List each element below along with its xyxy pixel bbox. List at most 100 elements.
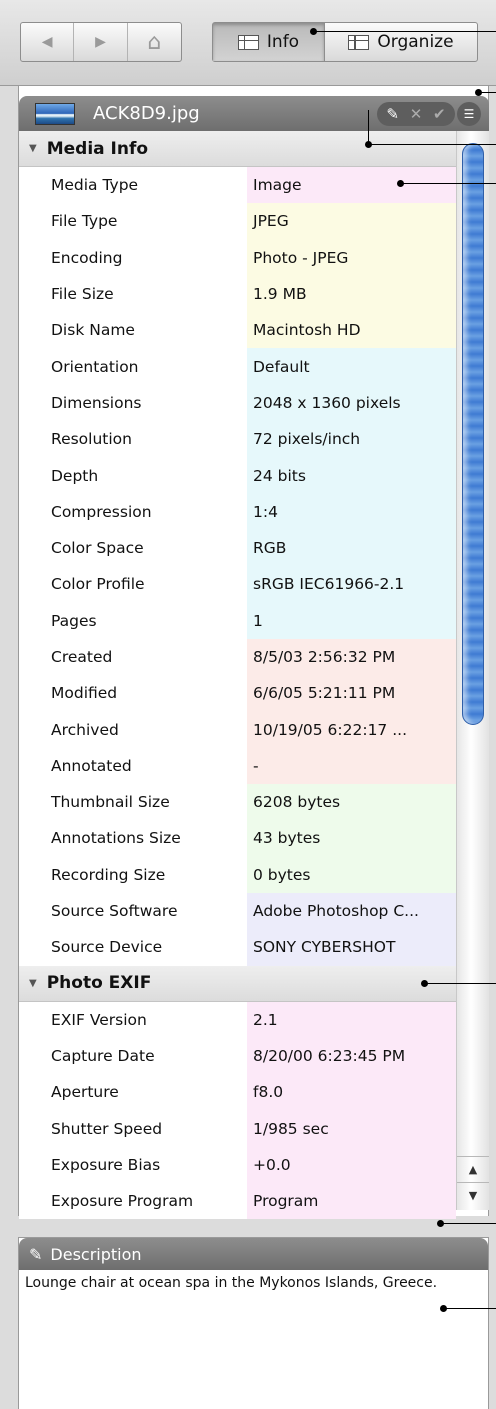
scroll-down-button[interactable]: ▼ <box>457 1182 489 1208</box>
row-value[interactable]: JPEG <box>247 203 456 240</box>
row-value[interactable]: Photo - JPEG <box>247 239 456 276</box>
up-arrow-icon: ▲ <box>468 1163 478 1176</box>
row-value[interactable]: SONY CYBERSHOT <box>247 929 456 966</box>
row-label: Pages <box>19 602 247 639</box>
row-value[interactable]: 6208 bytes <box>247 784 456 821</box>
description-text-area[interactable]: Lounge chair at ocean spa in the Mykonos… <box>19 1270 459 1296</box>
info-row: Annotations Size 43 bytes <box>19 820 456 857</box>
row-value[interactable]: Macintosh HD <box>247 312 456 349</box>
navigation-button-group: ◀ ▶ ⌂ <box>20 22 182 62</box>
info-row: Color Profile sRGB IEC61966-2.1 <box>19 566 456 603</box>
info-tab[interactable]: Info <box>213 23 325 61</box>
row-label: Thumbnail Size <box>19 784 247 821</box>
info-row: Source Device SONY CYBERSHOT <box>19 929 456 966</box>
home-button[interactable]: ⌂ <box>128 23 181 61</box>
file-name: ACK8D9.jpg <box>93 103 200 124</box>
row-label: Media Type <box>19 167 247 204</box>
row-label: Source Device <box>19 929 247 966</box>
row-value[interactable]: RGB <box>247 529 456 567</box>
info-row: Shutter Speed 1/985 sec <box>19 1110 456 1147</box>
row-value[interactable]: 8/20/00 6:23:45 PM <box>247 1037 456 1075</box>
row-value[interactable]: 0 bytes <box>247 856 456 893</box>
vertical-scrollbar[interactable]: ▲ ▼ <box>456 131 489 1210</box>
scroll-thumb[interactable] <box>462 143 484 725</box>
info-row: Orientation Default <box>19 348 456 385</box>
row-value[interactable]: 6/6/05 5:21:11 PM <box>247 675 456 712</box>
info-row: Thumbnail Size 6208 bytes <box>19 784 456 821</box>
info-rows: ▼ Media Info Media Type Image File Type JPEG E… <box>19 131 456 1220</box>
section-header[interactable]: ▼ Photo EXIF <box>19 965 456 1002</box>
row-value[interactable]: Adobe Photoshop C... <box>247 892 456 930</box>
info-tab-label: Info <box>266 32 300 52</box>
organize-tab[interactable]: Organize <box>325 23 477 61</box>
info-row: Color Space RGB <box>19 529 456 567</box>
panel-icon <box>348 34 370 50</box>
row-value[interactable]: 24 bits <box>247 457 456 494</box>
row-value[interactable]: f8.0 <box>247 1074 456 1111</box>
back-button[interactable]: ◀ <box>21 23 75 61</box>
row-value[interactable]: 1.9 MB <box>247 275 456 313</box>
row-label: Archived <box>19 711 247 748</box>
disclosure-triangle-icon[interactable]: ▼ <box>29 978 37 989</box>
edit-actions: ✎ ✕ ✔ <box>377 101 455 126</box>
row-value[interactable]: +0.0 <box>247 1146 456 1184</box>
row-value[interactable]: 2.1 <box>247 1001 456 1038</box>
info-row: Capture Date 8/20/00 6:23:45 PM <box>19 1037 456 1075</box>
row-value[interactable]: 8/5/03 2:56:32 PM <box>247 638 456 676</box>
info-row: Exposure Bias +0.0 <box>19 1146 456 1184</box>
description-title: Description <box>50 1244 142 1264</box>
row-label: Shutter Speed <box>19 1110 247 1147</box>
row-label: Orientation <box>19 348 247 385</box>
scroll-up-button[interactable]: ▲ <box>457 1156 489 1182</box>
file-header: ACK8D9.jpg ✎ ✕ ✔ ☰ <box>19 96 489 131</box>
row-value[interactable]: 1 <box>247 602 456 639</box>
row-value[interactable]: - <box>247 747 456 785</box>
row-label: Color Profile <box>19 566 247 603</box>
down-arrow-icon: ▼ <box>468 1189 478 1202</box>
organize-tab-label: Organize <box>377 32 454 52</box>
description-header[interactable]: ✎ Description <box>19 1238 488 1270</box>
row-value[interactable]: Image <box>247 167 456 204</box>
panel-icon <box>237 34 259 50</box>
row-label: Exposure Bias <box>19 1146 247 1184</box>
section-header[interactable]: ▼ Media Info <box>19 131 456 167</box>
row-label: Created <box>19 638 247 676</box>
row-value[interactable]: 43 bytes <box>247 820 456 857</box>
row-label: Color Space <box>19 529 247 567</box>
row-value[interactable]: Default <box>247 348 456 385</box>
row-value[interactable]: sRGB IEC61966-2.1 <box>247 566 456 603</box>
row-label: Recording Size <box>19 856 247 893</box>
toolbar: ◀ ▶ ⌂ Info Organize <box>0 0 496 86</box>
info-row: Resolution 72 pixels/inch <box>19 421 456 458</box>
forward-button[interactable]: ▶ <box>74 23 128 61</box>
cancel-icon[interactable]: ✕ <box>410 105 423 123</box>
view-toggle-group: Info Organize <box>212 22 478 62</box>
row-value[interactable]: 10/19/05 6:22:17 ... <box>247 711 456 748</box>
callout-line <box>421 980 496 987</box>
callout-line <box>437 1220 496 1227</box>
callout-line <box>397 180 496 187</box>
row-label: Aperture <box>19 1074 247 1111</box>
back-arrow-icon: ◀ <box>41 34 53 50</box>
edit-pencil-icon[interactable]: ✎ <box>386 105 399 123</box>
info-inspector: ACK8D9.jpg ✎ ✕ ✔ ☰ ▼ Media Info Media Type… <box>18 86 489 1220</box>
confirm-checkmark-icon[interactable]: ✔ <box>433 105 446 123</box>
row-label: Modified <box>19 675 247 712</box>
info-row: Encoding Photo - JPEG <box>19 239 456 276</box>
info-row: File Size 1.9 MB <box>19 275 456 313</box>
row-value[interactable]: Program <box>247 1183 456 1220</box>
header-actions: ✎ ✕ ✔ ☰ <box>377 101 481 126</box>
info-row: Pages 1 <box>19 602 456 639</box>
row-value[interactable]: 1/985 sec <box>247 1110 456 1147</box>
disclosure-triangle-icon[interactable]: ▼ <box>29 143 37 154</box>
info-row: Archived 10/19/05 6:22:17 ... <box>19 711 456 748</box>
row-label: EXIF Version <box>19 1001 247 1038</box>
row-value[interactable]: 1:4 <box>247 493 456 530</box>
row-label: Exposure Program <box>19 1183 247 1220</box>
row-label: Annotations Size <box>19 820 247 857</box>
list-options-button[interactable]: ☰ <box>457 101 481 126</box>
row-value[interactable]: 72 pixels/inch <box>247 421 456 458</box>
row-label: File Type <box>19 203 247 240</box>
row-value[interactable]: 2048 x 1360 pixels <box>247 384 456 422</box>
info-row: Aperture f8.0 <box>19 1074 456 1111</box>
